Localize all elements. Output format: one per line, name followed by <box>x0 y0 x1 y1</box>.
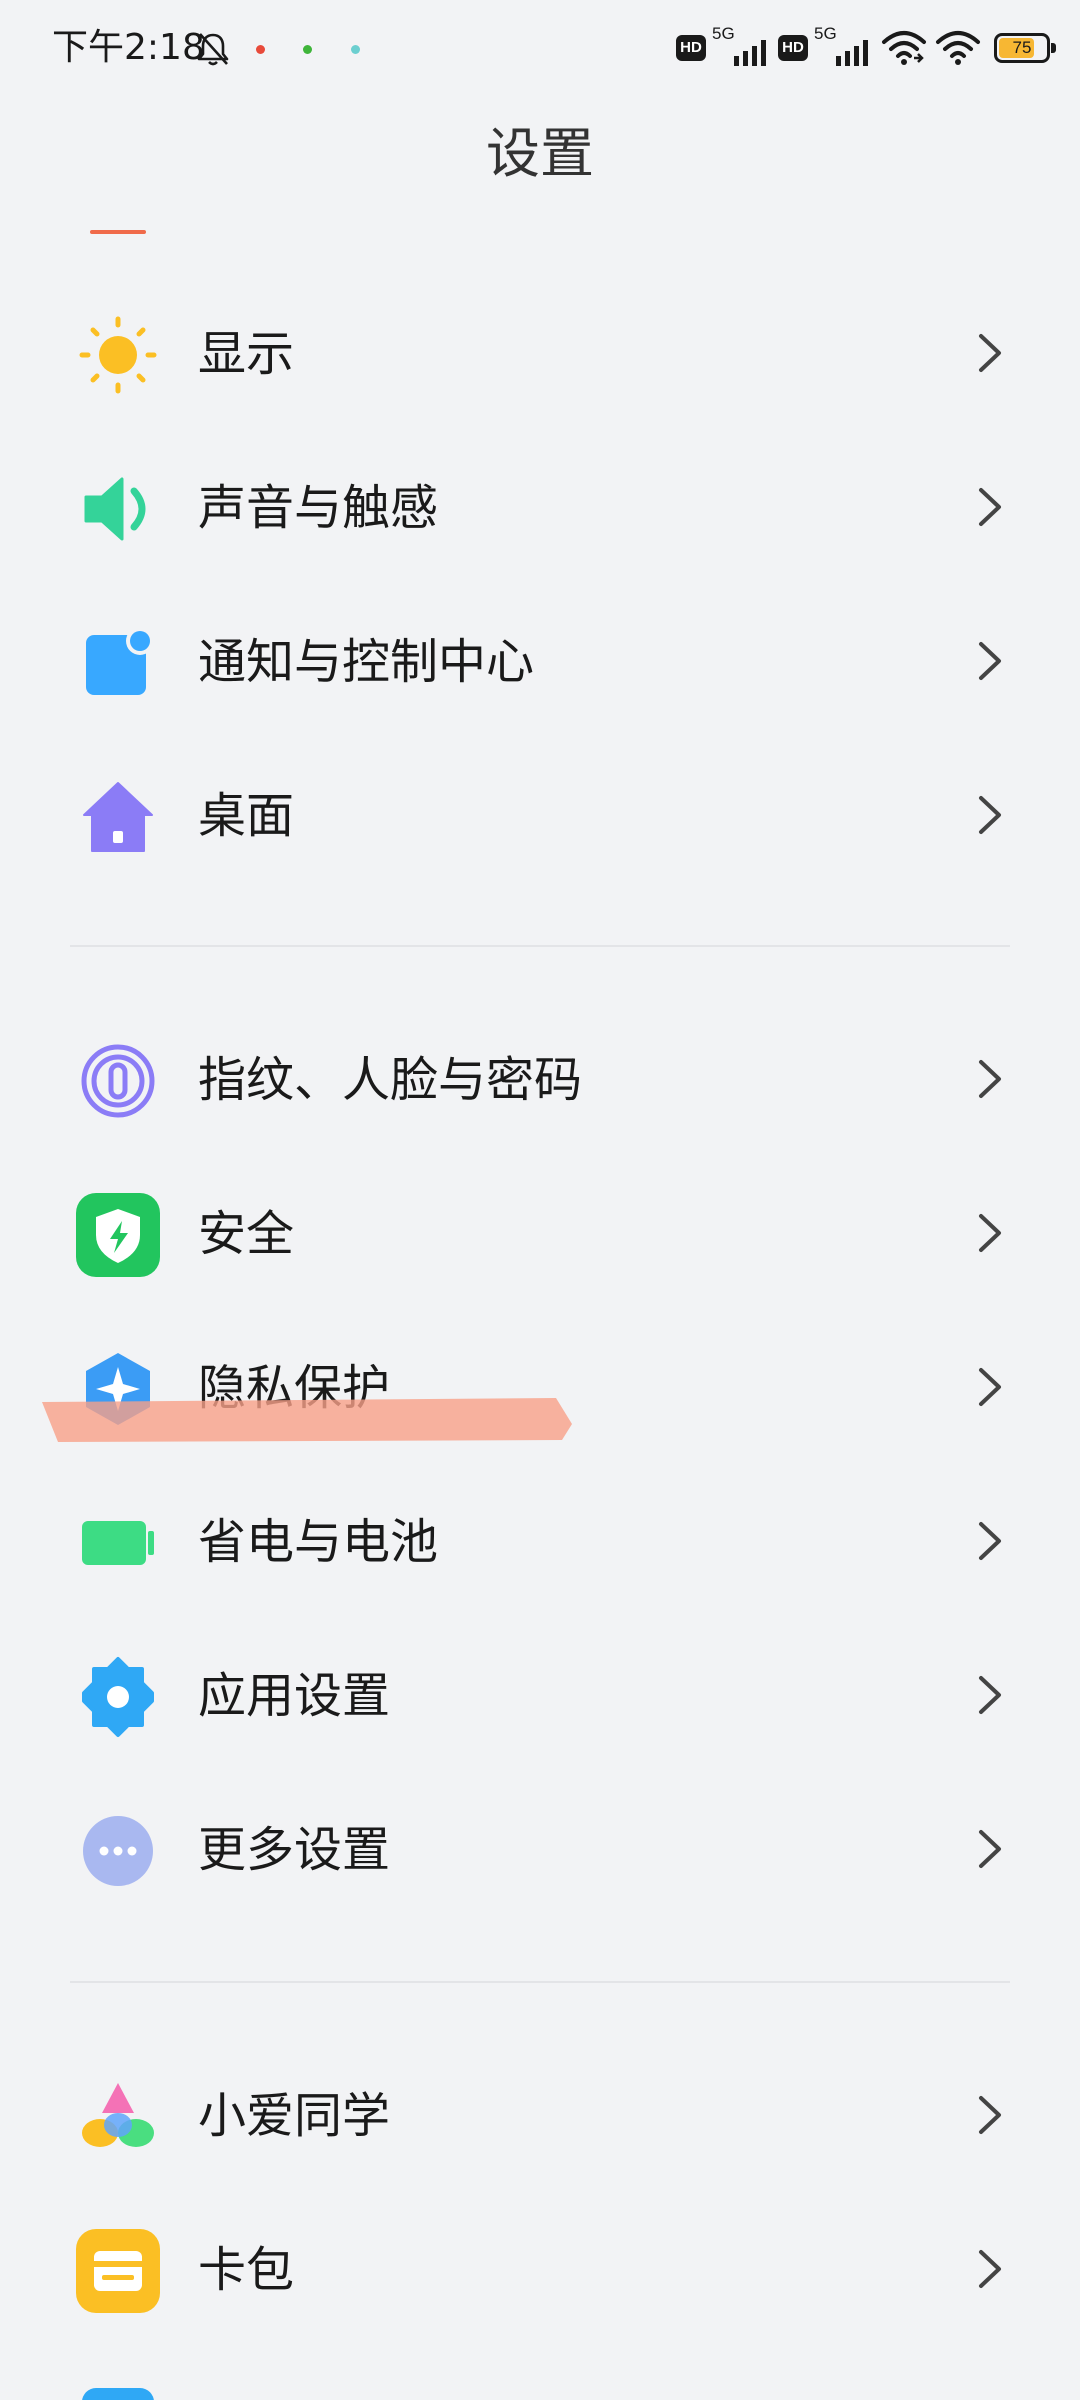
signal-2-icon: 5G <box>814 24 874 68</box>
signal-bars-icon <box>836 40 868 66</box>
chevron-right-icon <box>979 2096 1001 2134</box>
settings-item-sound[interactable]: 声音与触感 <box>0 432 1080 582</box>
chevron-right-icon <box>979 1522 1001 1560</box>
sun-icon <box>79 316 157 394</box>
status-icons: HD 5G HD 5G 75 <box>676 24 1056 70</box>
settings-item-more-settings[interactable]: 更多设置 <box>0 1774 1080 1924</box>
battery-icon: 75 <box>994 33 1056 63</box>
section-divider <box>70 945 1010 947</box>
settings-item-label: 声音与触感 <box>198 480 439 536</box>
settings-item-battery[interactable]: 省电与电池 <box>0 1466 1080 1616</box>
settings-item-label: 隐私保护 <box>198 1360 391 1416</box>
notification-dot-red <box>256 45 265 54</box>
hd-badge: HD <box>778 35 808 61</box>
hd-badge: HD <box>676 35 706 61</box>
settings-item-label: 更多设置 <box>198 1822 391 1878</box>
status-bar: 下午2:18 HD 5G HD 5G 75 <box>0 0 1080 96</box>
chevron-right-icon <box>979 642 1001 680</box>
settings-item-label: 省电与电池 <box>198 1514 439 1570</box>
chevron-right-icon <box>979 796 1001 834</box>
notification-dot-green <box>303 45 312 54</box>
partial-item-icon <box>82 2388 154 2400</box>
battery-icon <box>82 1521 154 1565</box>
settings-item-display[interactable]: 显示 <box>0 278 1080 428</box>
chevron-right-icon <box>979 1830 1001 1868</box>
settings-item-fingerprint-face-password[interactable]: 指纹、人脸与密码 <box>0 1004 1080 1154</box>
chevron-right-icon <box>979 1368 1001 1406</box>
settings-item-label: 通知与控制中心 <box>198 634 535 690</box>
battery-tip <box>1051 43 1056 53</box>
shield-icon <box>76 1193 160 1277</box>
status-time: 下午2:18 <box>52 27 205 68</box>
settings-item-home-screen[interactable]: 桌面 <box>0 740 1080 890</box>
wifi-icon <box>936 31 980 65</box>
scrolled-item-remnant <box>90 230 146 234</box>
section-divider <box>70 1981 1010 1983</box>
settings-item-label: 应用设置 <box>198 1668 391 1724</box>
settings-item-xiaoai[interactable]: 小爱同学 <box>0 2040 1080 2190</box>
chevron-right-icon <box>979 1214 1001 1252</box>
chevron-right-icon <box>979 1060 1001 1098</box>
home-icon <box>83 782 153 852</box>
wallet-icon <box>76 2229 160 2313</box>
chevron-right-icon <box>979 2250 1001 2288</box>
settings-item-label: 小爱同学 <box>198 2088 391 2144</box>
settings-item-label: 显示 <box>198 326 295 382</box>
notification-icon <box>86 627 154 695</box>
settings-item-label: 桌面 <box>198 788 295 844</box>
signal-bars-icon <box>734 40 766 66</box>
more-icon <box>83 1816 153 1886</box>
battery-level: 75 <box>1012 38 1032 57</box>
wifi-icon <box>882 31 926 65</box>
chevron-right-icon <box>979 1676 1001 1714</box>
gear-icon <box>82 1657 154 1737</box>
privacy-icon <box>86 1353 150 1425</box>
page-title: 设置 <box>486 122 594 185</box>
chevron-right-icon <box>979 334 1001 372</box>
settings-item-notifications[interactable]: 通知与控制中心 <box>0 586 1080 736</box>
settings-item-label: 卡包 <box>198 2242 295 2298</box>
settings-item-label: 指纹、人脸与密码 <box>198 1052 583 1108</box>
signal-1-icon: 5G <box>712 24 772 68</box>
settings-item-security[interactable]: 安全 <box>0 1158 1080 1308</box>
bell-muted-icon <box>197 33 229 66</box>
settings-item-label: 安全 <box>198 1206 295 1262</box>
xiaoai-icon <box>82 2083 154 2147</box>
settings-item-app-settings[interactable]: 应用设置 <box>0 1620 1080 1770</box>
settings-item-privacy[interactable]: 隐私保护 <box>0 1312 1080 1462</box>
settings-item-wallet[interactable]: 卡包 <box>0 2194 1080 2344</box>
notification-dot-teal <box>351 45 360 54</box>
fingerprint-icon <box>81 1044 155 1118</box>
chevron-right-icon <box>979 488 1001 526</box>
speaker-icon <box>84 477 146 541</box>
